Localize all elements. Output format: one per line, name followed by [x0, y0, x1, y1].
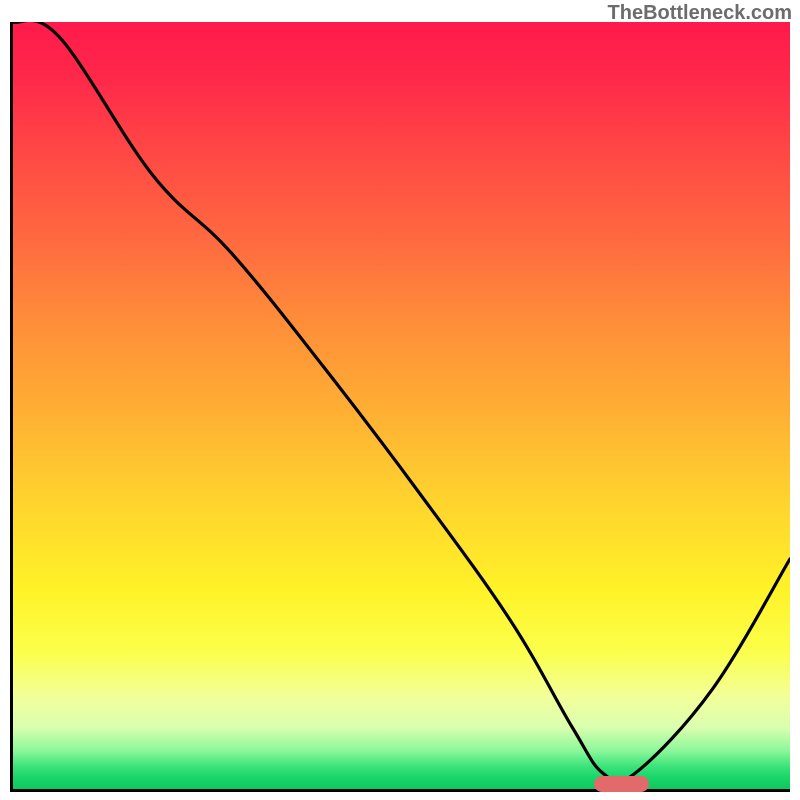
plot-area: [10, 22, 790, 792]
chart-container: TheBottleneck.com: [0, 0, 800, 800]
watermark-text: TheBottleneck.com: [608, 2, 792, 25]
optimal-marker: [594, 776, 649, 792]
bottleneck-curve: [13, 22, 790, 783]
curve-svg: [13, 22, 790, 789]
